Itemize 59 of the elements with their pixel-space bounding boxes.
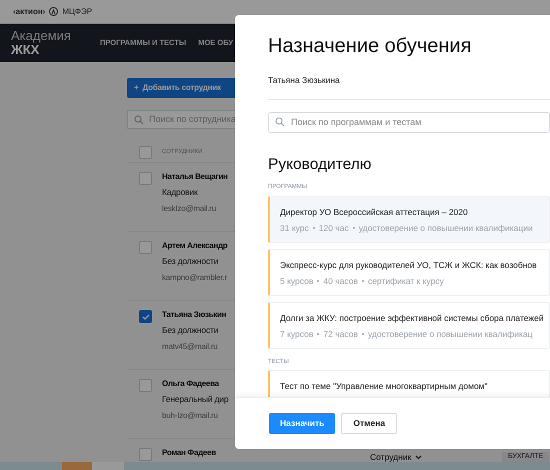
employee-name[interactable]: Роман Фадеев (162, 446, 216, 459)
employee-role: Генеральный дир (162, 393, 228, 406)
employee-role: Без должности (162, 255, 220, 268)
dialog-title: Назначение обучения (268, 34, 472, 59)
role-select[interactable]: Сотрудник (370, 452, 412, 462)
dot-separator-icon (312, 226, 315, 229)
checkbox[interactable] (139, 379, 152, 392)
program-title: Директор УО Всероссийская аттестация – 2020 (280, 206, 469, 218)
employee-role: Кадровик (162, 186, 199, 199)
employee-email: buh-Izo@mail.ru (162, 410, 219, 422)
search-icon (275, 117, 285, 128)
program-meta: 72 часов (323, 328, 358, 340)
checkbox[interactable] (139, 172, 152, 185)
checkbox[interactable] (139, 310, 152, 323)
caret-icon (415, 454, 422, 460)
employee-name[interactable]: Артем Александр (162, 239, 228, 252)
brand-product: МЦФЭР (62, 6, 92, 18)
program-meta: сертификат к курсу (368, 274, 444, 287)
add-employee-button[interactable]: + Добавить сотрудник (127, 78, 235, 98)
employee-email: leskIzo@mail.ru (162, 203, 218, 215)
program-meta: 5 курсов (280, 274, 314, 287)
program-card[interactable]: Тест по теме "Управление многоквартирным домом" (268, 370, 550, 397)
program-meta: удостоверение о повышении квалификации (358, 222, 533, 234)
employee-name[interactable]: Наталья Вещагин (162, 170, 228, 183)
section-title: Руководителю (268, 154, 372, 175)
program-card[interactable]: Директор УО Всероссийская аттестация – 2020 31 курс 120 час удостоверение о повышении квалификации (268, 196, 550, 243)
assign-button[interactable]: Назначить (269, 413, 336, 434)
program-meta: 40 часов (323, 274, 358, 287)
employee-email: matv45@mail.ru (162, 341, 219, 353)
program-card[interactable]: Экспресс-курс для руководителей УО, ТСЖ и ЖСК: как возобнов 5 курсов 40 часов сертификат к курсу (268, 248, 550, 296)
checkbox[interactable] (139, 146, 152, 159)
dot-separator-icon (362, 280, 364, 282)
dot-separator-icon (317, 280, 320, 282)
checkbox[interactable] (139, 241, 152, 254)
search-icon (134, 114, 144, 124)
site-title: Академия (11, 29, 71, 43)
cancel-button[interactable]: Отмена (341, 413, 398, 434)
program-title: Долги за ЖКУ: построение эффективной системы сбора платежей (280, 312, 545, 324)
employee-name[interactable]: Ольга Фадеева (162, 377, 228, 390)
program-card[interactable]: Долги за ЖКУ: построение эффективной системы сбора платежей 7 курсов 72 часов удостоверение о повышении квалификац (268, 302, 550, 349)
program-meta: 120 час (318, 222, 349, 234)
program-meta: 31 курс (280, 222, 309, 234)
dot-separator-icon (362, 332, 364, 335)
program-title: Тест по теме "Управление многоквартирным домом" (280, 380, 489, 392)
program-meta: удостоверение о повышении квалификац (368, 328, 532, 340)
program-title: Экспресс-курс для руководителей УО, ТСЖ и ЖСК: как возобнов (280, 258, 538, 271)
search-field[interactable]: Поиск по программам и тестам (268, 112, 550, 133)
dot-separator-icon (317, 332, 320, 335)
dot-separator-icon (352, 226, 355, 229)
check-icon (142, 312, 150, 320)
checkbox[interactable] (139, 448, 152, 461)
employee-name: Татьяна Зюзькина (268, 74, 550, 100)
program-meta: 7 курсов (280, 328, 314, 340)
employee-name[interactable]: Татьяна Зюзькин (162, 308, 226, 321)
figure-icon (49, 7, 58, 16)
employee-email: kampno@rambler.r (162, 272, 228, 284)
employee-role: Без должности (162, 324, 220, 337)
site-subtitle: ЖКХ (11, 43, 40, 57)
brand-logo: ‹актион› (13, 6, 46, 18)
